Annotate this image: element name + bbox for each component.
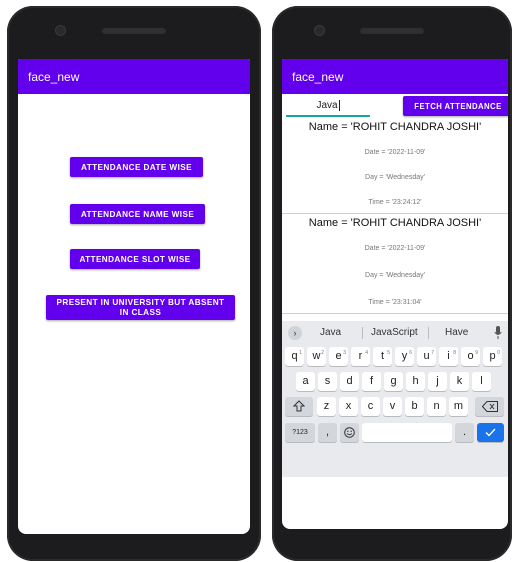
key-b[interactable]: b [405,397,424,416]
app-title: face_new [28,70,80,84]
shift-arrow-icon [292,400,306,412]
right-phone-frame: face_new Java FETCH ATTENDANCE Name = 'R… [272,6,512,561]
checkmark-icon [485,428,496,437]
key-w[interactable]: w2 [307,347,326,366]
app-bar: face_new [282,59,508,94]
key-j[interactable]: j [428,372,447,391]
key-g[interactable]: g [384,372,403,391]
record-date: Date = '2022-11-09' [364,149,426,156]
space-bar[interactable] [362,423,452,442]
search-input-value: Java [316,100,338,111]
front-camera [56,26,65,35]
text-cursor [338,99,340,111]
key-c[interactable]: c [361,397,380,416]
key-l[interactable]: l [472,372,491,391]
key-u[interactable]: u7 [417,347,436,366]
key-i[interactable]: i8 [439,347,458,366]
key-p[interactable]: p0 [483,347,502,366]
app-bar: face_new [18,59,250,94]
backspace-key[interactable] [475,397,504,416]
suggestion-java[interactable]: Java [320,327,341,338]
suggestion-have[interactable]: Have [445,327,468,338]
record-day: Day = 'Wednesday' [365,272,425,279]
microphone-icon[interactable] [494,326,502,340]
period-key[interactable]: . [455,423,474,442]
record-divider [282,213,508,214]
fetch-attendance-button[interactable]: FETCH ATTENDANCE [403,96,508,116]
key-s[interactable]: s [318,372,337,391]
suggestion-separator [362,327,363,339]
chevron-right-icon[interactable]: › [288,326,302,340]
key-y[interactable]: y6 [395,347,414,366]
earpiece-speaker [360,28,424,34]
symbols-key[interactable]: ?123 [285,423,315,442]
enter-key[interactable] [477,423,504,442]
emoji-key[interactable] [340,423,359,442]
key-e[interactable]: e3 [329,347,348,366]
record-divider [282,313,508,314]
key-h[interactable]: h [406,372,425,391]
right-screen: face_new Java FETCH ATTENDANCE Name = 'R… [282,59,508,529]
key-m[interactable]: m [449,397,468,416]
suggestion-separator [428,327,429,339]
record-name: Name = 'ROHIT CHANDRA JOSHI' [308,217,482,229]
backspace-icon [481,401,498,412]
key-x[interactable]: x [339,397,358,416]
key-q[interactable]: q1 [285,347,304,366]
record-day: Day = 'Wednesday' [365,174,425,181]
key-n[interactable]: n [427,397,446,416]
earpiece-speaker [102,28,166,34]
record-name: Name = 'ROHIT CHANDRA JOSHI' [308,121,482,133]
name-search-input[interactable]: Java [286,97,370,117]
record-date: Date = '2022-11-09' [364,245,426,252]
present-in-university-absent-in-class-button[interactable]: PRESENT IN UNIVERSITY BUT ABSENT IN CLAS… [46,295,235,320]
left-screen: face_new ATTENDANCE DATE WISE ATTENDANCE… [18,59,250,534]
key-a[interactable]: a [296,372,315,391]
soft-keyboard: › Java JavaScript Have q1 w2 e3 r4 t5 y … [282,321,508,477]
left-phone-frame: face_new ATTENDANCE DATE WISE ATTENDANCE… [7,6,261,561]
key-k[interactable]: k [450,372,469,391]
key-v[interactable]: v [383,397,402,416]
comma-key[interactable]: , [318,423,337,442]
key-z[interactable]: z [317,397,336,416]
attendance-name-wise-button[interactable]: ATTENDANCE NAME WISE [70,204,205,224]
record-time: Time = '23:31:04' [368,299,422,306]
attendance-date-wise-button[interactable]: ATTENDANCE DATE WISE [70,157,203,177]
key-d[interactable]: d [340,372,359,391]
key-o[interactable]: o9 [461,347,480,366]
key-t[interactable]: t5 [373,347,392,366]
emoji-icon [344,427,355,438]
suggestion-strip: › Java JavaScript Have [282,321,508,345]
front-camera [315,26,324,35]
key-r[interactable]: r4 [351,347,370,366]
record-time: Time = '23:24:12' [368,199,422,206]
key-f[interactable]: f [362,372,381,391]
shift-key[interactable] [285,397,313,416]
suggestion-javascript[interactable]: JavaScript [371,327,418,338]
attendance-slot-wise-button[interactable]: ATTENDANCE SLOT WISE [70,249,200,269]
app-title: face_new [292,70,344,84]
